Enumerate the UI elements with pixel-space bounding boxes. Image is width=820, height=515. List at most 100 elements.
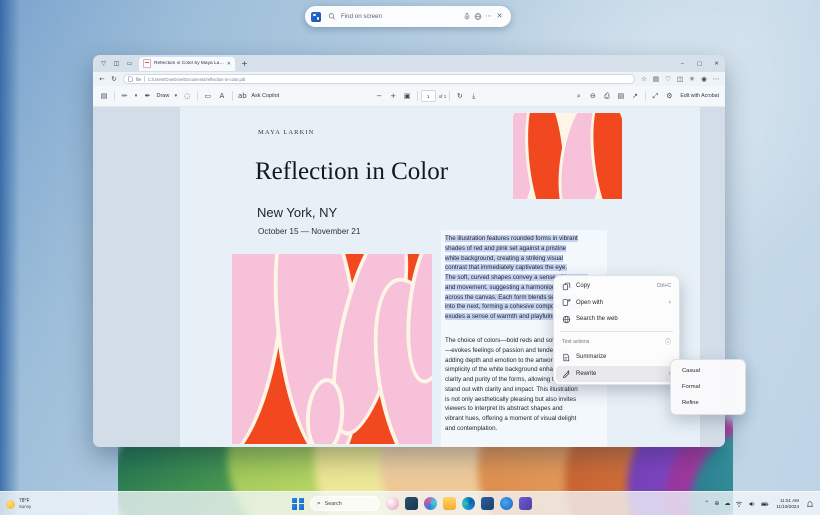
context-menu-label: Search the web (576, 316, 671, 322)
close-button[interactable]: ✕ (708, 55, 725, 72)
text-line-content: viewers to interpret its abstract shapes… (445, 405, 563, 412)
find-on-screen-input[interactable]: Find on screen (341, 13, 461, 20)
rotate-icon[interactable]: ↻ (453, 89, 467, 103)
fit-to-page-icon[interactable]: ▣ (400, 89, 414, 103)
workspaces-icon[interactable]: ◫ (110, 57, 123, 70)
weather-condition: Sunny (19, 504, 31, 510)
zoom-out-button[interactable]: − (372, 89, 386, 103)
print-icon[interactable]: ⎙ (600, 89, 614, 103)
taskbar-search[interactable]: ⌕ Search (310, 496, 380, 511)
highlighter-dropdown-icon[interactable]: ▾ (132, 89, 141, 103)
illustration-top-right (513, 113, 622, 199)
click-to-do-icon[interactable] (386, 497, 399, 510)
clock[interactable]: 11:51 AM 11/19/2024 (776, 498, 799, 510)
zoom-in-button[interactable]: + (386, 89, 400, 103)
favorites-star-icon[interactable]: ☆ (638, 73, 650, 85)
eraser-icon[interactable]: ◌ (180, 89, 194, 103)
wifi-icon[interactable] (735, 500, 743, 508)
read-aloud-toggle-icon[interactable]: ⊖ (586, 89, 600, 103)
copilot-icon[interactable]: ✳ (686, 73, 698, 85)
document-author: MAYA LARKIN (258, 129, 314, 136)
page-number-input[interactable]: 1 (421, 90, 436, 102)
address-input[interactable]: file C:/Users/OneDrive/Documents/reflect… (123, 74, 635, 84)
taskbar: 78°F Sunny ⌕ Search ⌃ ⊕ ☁ (0, 491, 820, 515)
submenu-item-casual[interactable]: Casual (671, 363, 745, 379)
maximize-button[interactable]: ▢ (691, 55, 708, 72)
draw-label[interactable]: Draw (157, 93, 170, 99)
notifications-bell-icon[interactable] (806, 500, 814, 508)
collections-icon[interactable]: ▤ (650, 73, 662, 85)
submenu-item-formal[interactable]: Formal (671, 379, 745, 395)
context-menu-item-summarize[interactable]: Summarize (556, 349, 677, 366)
new-tab-button[interactable]: + (238, 57, 251, 70)
draw-dropdown-icon[interactable]: ▾ (171, 89, 180, 103)
microphone-icon[interactable] (461, 10, 472, 24)
context-menu-section-header: Text actions ⓘ (554, 334, 679, 349)
edit-with-acrobat-button[interactable]: Edit with Acrobat (680, 93, 719, 99)
tab-strip: ▽ ◫ ▭ Reflection in Color by Maya Larkin… (93, 55, 725, 72)
minimize-button[interactable]: ‒ (674, 55, 691, 72)
text-style-icon[interactable]: A (215, 89, 229, 103)
chevron-up-icon[interactable]: ⌃ (704, 500, 709, 507)
toolbar-divider (417, 91, 418, 101)
settings-and-more-icon[interactable]: ⋯ (710, 73, 722, 85)
read-aloud-icon[interactable]: ab (235, 89, 249, 103)
vertical-tabs-icon[interactable]: ▭ (123, 57, 136, 70)
split-screen-icon[interactable]: ◫ (674, 73, 686, 85)
copilot-icon[interactable] (424, 497, 437, 510)
ask-copilot-button[interactable]: Ask Copilot (251, 93, 279, 99)
microsoft-store-icon[interactable] (481, 497, 494, 510)
toolbar-divider (449, 91, 450, 101)
task-view-icon[interactable] (405, 497, 418, 510)
close-icon[interactable]: ✕ (494, 10, 505, 24)
info-icon[interactable]: ⓘ (665, 337, 671, 346)
battery-glyph (761, 500, 769, 508)
volume-glyph (748, 500, 756, 508)
context-menu-label: Rewrite (576, 371, 669, 377)
network-globe-icon[interactable]: ⊕ (714, 500, 719, 507)
fullscreen-icon[interactable]: ⤢ (648, 89, 662, 103)
copilot-icon[interactable] (472, 10, 483, 24)
profile-avatar-icon[interactable]: ◉ (698, 73, 710, 85)
text-line-content: adding depth and emotion to the artwork.… (445, 357, 570, 364)
highlighter-icon[interactable]: ✏ (118, 89, 132, 103)
tab-close-icon[interactable]: ✕ (227, 61, 231, 67)
more-options-icon[interactable]: ⋯ (483, 10, 494, 24)
search-icon[interactable]: ⌕ (572, 89, 586, 103)
add-notes-icon[interactable]: ▤ (614, 89, 628, 103)
copy-icon (562, 282, 571, 291)
outlook-icon[interactable] (500, 497, 513, 510)
browser-essentials-icon[interactable]: ♡ (662, 73, 674, 85)
back-button[interactable]: ← (96, 73, 108, 85)
file-explorer-icon[interactable] (443, 497, 456, 510)
context-menu-item-copy[interactable]: Copy Ctrl+C (556, 278, 677, 295)
weather-text: 78°F Sunny (19, 498, 31, 510)
table-of-contents-icon[interactable]: ▤ (97, 89, 111, 103)
onedrive-cloud-icon[interactable]: ☁ (724, 500, 730, 507)
browser-tab-active[interactable]: Reflection in Color by Maya Larkin ✕ (139, 57, 235, 71)
settings-icon[interactable]: ⚙ (662, 89, 676, 103)
start-button[interactable] (292, 498, 304, 510)
battery-icon[interactable] (761, 500, 769, 508)
edge-icon[interactable] (462, 497, 475, 510)
bell-glyph (806, 500, 814, 508)
context-menu-label: Copy (576, 283, 657, 289)
snipping-tool-icon[interactable] (311, 12, 321, 22)
context-menu-item-search-the-web[interactable]: Search the web (556, 311, 677, 328)
tab-actions-icon[interactable]: ▽ (97, 57, 110, 70)
volume-icon[interactable] (748, 500, 756, 508)
context-menu-item-rewrite[interactable]: Rewrite › (556, 366, 677, 383)
save-icon[interactable]: ⤓ (467, 89, 481, 103)
teams-icon[interactable] (519, 497, 532, 510)
weather-widget[interactable]: 78°F Sunny (6, 496, 31, 512)
share-icon[interactable]: ↗ (628, 89, 642, 103)
text-box-icon[interactable]: ▭ (201, 89, 215, 103)
submenu-item-refine[interactable]: Refine (671, 395, 745, 411)
text-line: stand out with clarity and impact. This … (445, 385, 603, 395)
text-line: white background, creating a striking vi… (445, 254, 603, 264)
clock-date: 11/19/2024 (776, 504, 799, 510)
text-line: is not only aesthetically pleasing but a… (445, 395, 603, 405)
context-menu-item-open-with[interactable]: Open with › (556, 295, 677, 312)
refresh-button[interactable]: ↻ (108, 73, 120, 85)
draw-pen-icon[interactable]: ✒ (141, 89, 155, 103)
